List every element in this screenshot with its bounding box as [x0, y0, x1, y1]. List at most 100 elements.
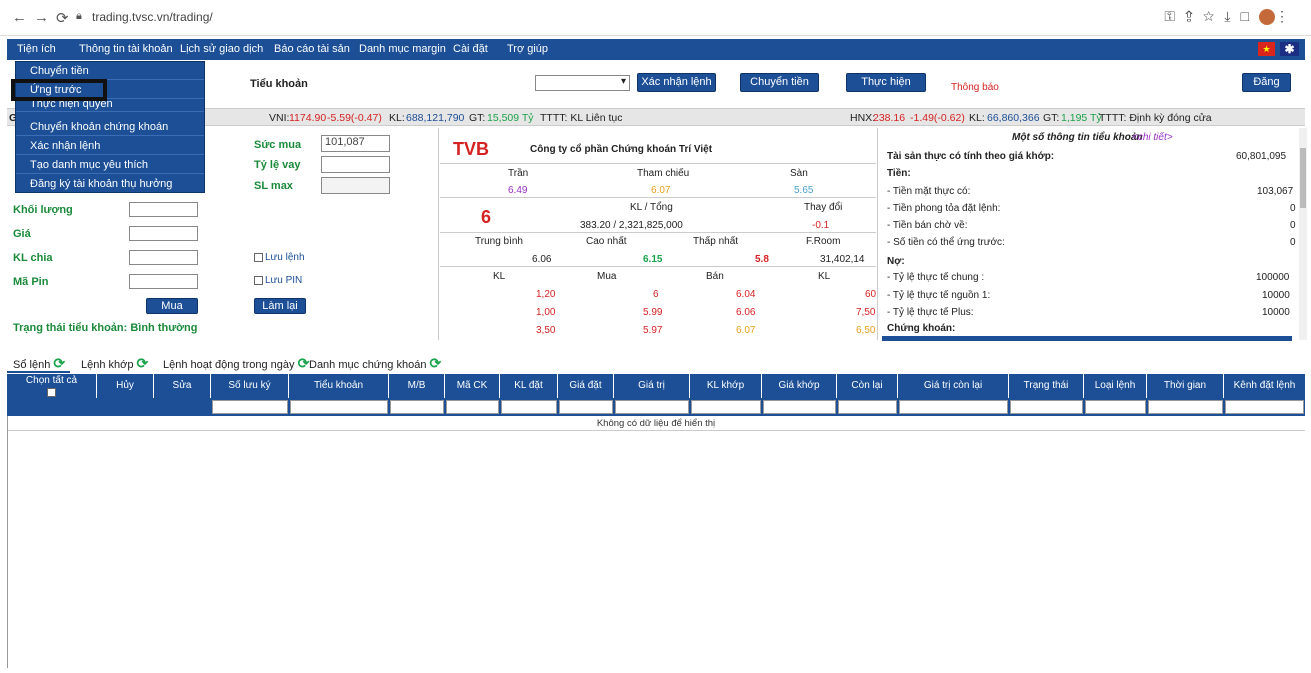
menu-cai-dat[interactable]: Cài đặt — [453, 43, 488, 55]
dropdown-item-xac-nhan-lenh[interactable]: Xác nhận lệnh — [16, 137, 204, 155]
filter-input[interactable] — [763, 400, 836, 414]
filter-input[interactable] — [290, 400, 388, 414]
xac-nhan-lenh-button[interactable]: Xác nhận lệnh — [637, 73, 716, 92]
tab-danh-muc-chung-khoan[interactable]: Danh mục chứng khoán ⟳ — [309, 355, 441, 372]
stock-divider — [440, 163, 876, 164]
empty-table-message: Không có dữ liệu để hiển thị — [7, 416, 1305, 431]
hnx-value: 238.16 — [873, 112, 906, 124]
menu-tien-ich[interactable]: Tiện ích — [17, 43, 56, 55]
hnx-kl-label: KL: — [969, 112, 985, 124]
panel-divider-left — [438, 128, 439, 340]
no-row-value: 10000 — [1262, 290, 1290, 301]
tab-so-lenh[interactable]: Sổ lệnh ⟳ — [13, 355, 65, 372]
filter-input[interactable] — [1225, 400, 1304, 414]
filter-input[interactable] — [212, 400, 288, 414]
dropdown-item-dang-ky-tai-khoan[interactable]: Đăng ký tài khoản thụ hưởng — [16, 175, 204, 193]
chuyen-tien-button[interactable]: Chuyển tiền — [740, 73, 819, 92]
tab-danh-muc-label: Danh mục chứng khoán — [309, 359, 427, 371]
filter-input[interactable] — [446, 400, 499, 414]
more-icon[interactable]: ⋮ — [1275, 8, 1299, 24]
orderbook-cell: 6.04 — [736, 289, 756, 300]
tab-lenh-khop-label: Lệnh khớp — [81, 359, 134, 371]
company-name: Công ty cổ phần Chứng khoán Trí Việt — [530, 144, 713, 155]
filter-input[interactable] — [1148, 400, 1223, 414]
filter-input[interactable] — [501, 400, 557, 414]
select-all-checkbox[interactable] — [47, 387, 56, 397]
filter-input[interactable] — [899, 400, 1008, 414]
tab-lenh-khop[interactable]: Lệnh khớp ⟳ — [81, 355, 148, 372]
no-row-label: - Tỷ lệ thực tế Plus: — [887, 307, 974, 318]
chi-tiet-link[interactable]: <chi tiết> — [1132, 132, 1173, 143]
menu-lich-su-giao-dich[interactable]: Lịch sử giao dịch — [180, 43, 263, 55]
column-header: Hủy — [97, 374, 154, 398]
lam-lai-button[interactable]: Làm lại — [254, 298, 306, 314]
filter-input[interactable] — [1010, 400, 1083, 414]
reload-icon[interactable]: ⟳ — [56, 9, 69, 27]
scrollbar-thumb[interactable] — [1300, 148, 1306, 208]
mua-button[interactable]: Mua — [146, 298, 198, 314]
thay-doi-value: -0.1 — [812, 220, 830, 231]
orderbook-header-ban: Bán — [706, 271, 724, 282]
filter-input[interactable] — [1085, 400, 1146, 414]
window-icon[interactable]: □ — [1241, 8, 1259, 24]
tieu-khoan-select[interactable]: ▾ — [535, 75, 630, 91]
vietnamese-flag-icon[interactable]: ★ — [1258, 42, 1275, 56]
key-icon[interactable]: ⚿ — [1164, 8, 1185, 24]
tran-value: 6.49 — [508, 185, 528, 196]
menu-tro-giup[interactable]: Trợ giúp — [507, 43, 548, 55]
active-tab-indicator — [7, 371, 70, 373]
column-header: Kênh đặt lệnh — [1233, 380, 1296, 391]
filter-input[interactable] — [691, 400, 761, 414]
luu-lenh-checkbox[interactable] — [254, 253, 263, 262]
ty-le-vay-input[interactable] — [321, 156, 390, 173]
trung-binh-label: Trung bình — [475, 236, 523, 247]
dropdown-item-tao-danh-muc[interactable]: Tạo danh mục yêu thích — [16, 156, 204, 174]
kl-chia-input[interactable] — [129, 250, 198, 265]
dang-xuat-button[interactable]: Đăng xuất — [1242, 73, 1291, 105]
filter-input[interactable] — [390, 400, 444, 414]
account-panel-scrollbar[interactable] — [1299, 128, 1307, 340]
avatar[interactable] — [1259, 9, 1275, 26]
forward-icon[interactable]: → — [34, 9, 49, 26]
filter-input[interactable] — [559, 400, 613, 414]
account-row-value: 0 — [1290, 203, 1296, 214]
filter-input[interactable] — [838, 400, 897, 414]
download-icon[interactable]: ⤓ — [1224, 8, 1240, 24]
khoi-luong-input[interactable] — [129, 202, 198, 217]
lock-icon: 🔒︎ — [76, 10, 82, 22]
refresh-icon[interactable]: ⟳ — [430, 355, 442, 371]
refresh-icon[interactable]: ⟳ — [53, 355, 65, 371]
highlight-box — [11, 79, 107, 101]
tab-lenh-hoat-dong[interactable]: Lệnh hoạt động trong ngày ⟳ — [163, 355, 309, 372]
column-header: KL khớp — [690, 374, 762, 398]
hnx-gt: 1,195 Tỷ — [1061, 112, 1102, 124]
english-flag-icon[interactable]: ✱ — [1280, 42, 1299, 56]
hnx-status: TTTT: Định kỳ đóng cửa — [1099, 112, 1212, 124]
san-label: Sàn — [790, 168, 808, 179]
menu-thong-tin-tai-khoan[interactable]: Thông tin tài khoản — [79, 43, 173, 55]
back-icon[interactable]: ← — [12, 9, 27, 26]
kl-tong-label: KL / Tổng — [630, 202, 673, 213]
refresh-icon[interactable]: ⟳ — [137, 355, 149, 371]
menu-danh-muc-margin[interactable]: Danh mục margin — [359, 43, 446, 55]
hnx-change: -1.49(-0.62) — [910, 112, 965, 124]
dropdown-item-chuyen-khoan-chung-khoan[interactable]: Chuyển khoản chứng khoán — [16, 118, 204, 136]
column-header: Giá đặt — [558, 374, 614, 398]
column-header-chon-tat-ca[interactable]: Chọn tất cả — [7, 374, 97, 398]
luu-pin-checkbox[interactable] — [254, 276, 263, 285]
menu-bao-cao-tai-san[interactable]: Báo cáo tài sản — [274, 43, 350, 55]
gia-input[interactable] — [129, 226, 198, 241]
dropdown-item-thuc-hien-quyen[interactable]: Thực hiện quyền — [16, 100, 204, 112]
ma-pin-input[interactable] — [129, 274, 198, 289]
thong-bao-link[interactable]: Thông báo — [951, 82, 999, 93]
vni-kl: 688,121,790 — [406, 112, 465, 124]
trang-thai-tieu-khoan: Trạng thái tiểu khoản: Bình thường — [13, 322, 198, 334]
address-bar[interactable]: trading.tvsc.vn/trading/ — [92, 10, 213, 24]
refresh-icon[interactable]: ⟳ — [298, 355, 310, 371]
filter-input[interactable] — [615, 400, 689, 414]
share-icon[interactable]: ⇪ — [1185, 8, 1203, 24]
star-icon[interactable]: ☆ — [1203, 8, 1224, 24]
no-row-label: - Tỷ lệ thực tế nguồn 1: — [887, 290, 991, 301]
dropdown-item-chuyen-tien[interactable]: Chuyển tiền — [16, 62, 204, 80]
thuc-hien-quyen-button[interactable]: Thực hiện quyền — [846, 73, 926, 105]
